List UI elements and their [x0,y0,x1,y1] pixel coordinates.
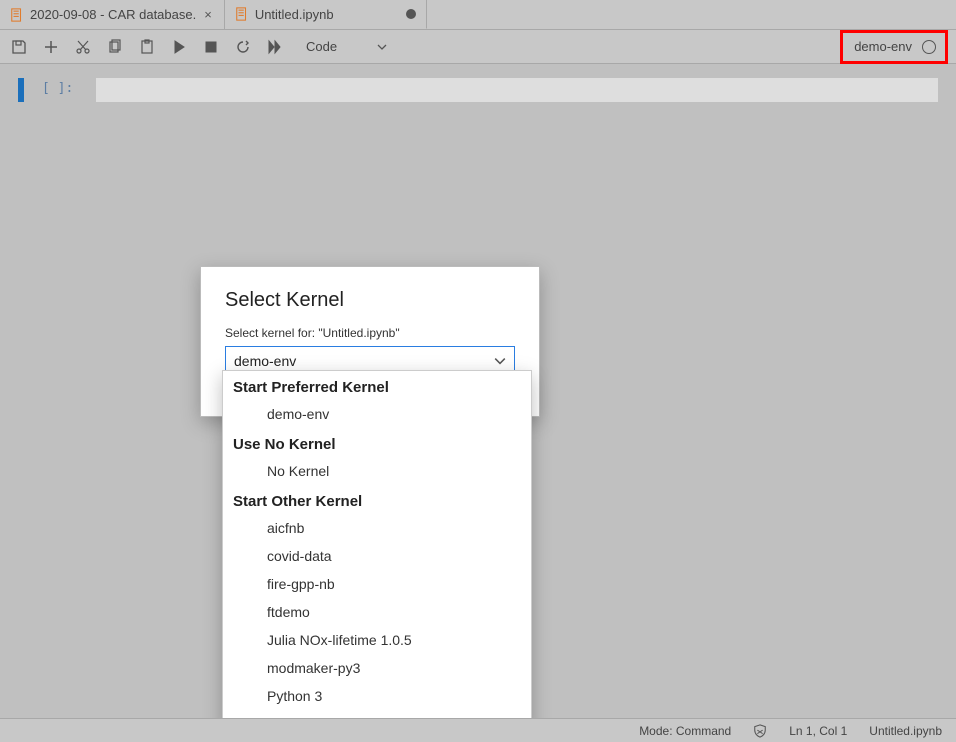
dropdown-item[interactable]: modmaker-py3 [223,654,531,682]
dropdown-item[interactable]: aicfnb [223,514,531,542]
dropdown-group-header: Use No Kernel [223,428,531,457]
kernel-dropdown-list[interactable]: Start Preferred Kerneldemo-envUse No Ker… [223,371,531,729]
status-filename: Untitled.ipynb [869,724,942,738]
dialog-title: Select Kernel [225,289,515,312]
kernel-select-value: demo-env [234,353,296,369]
dropdown-item[interactable]: Julia NOx-lifetime 1.0.5 [223,626,531,654]
dropdown-item[interactable]: Python 3 [223,682,531,710]
status-cursor: Ln 1, Col 1 [789,724,847,738]
dropdown-item[interactable]: ftdemo [223,598,531,626]
dropdown-group-header: Start Preferred Kernel [223,371,531,400]
status-mode: Mode: Command [639,724,731,738]
dropdown-item[interactable]: demo-env [223,400,531,428]
dropdown-item[interactable]: fire-gpp-nb [223,570,531,598]
dropdown-group-header: Start Other Kernel [223,485,531,514]
kernel-dropdown: Start Preferred Kerneldemo-envUse No Ker… [222,370,532,730]
trust-icon[interactable] [753,724,767,738]
dialog-backdrop: Select Kernel Select kernel for: "Untitl… [0,0,956,742]
chevron-down-icon [494,355,506,367]
dialog-subtitle: Select kernel for: "Untitled.ipynb" [225,326,515,340]
dropdown-item[interactable]: covid-data [223,542,531,570]
dropdown-item[interactable]: No Kernel [223,457,531,485]
status-bar: Mode: Command Ln 1, Col 1 Untitled.ipynb [0,718,956,742]
